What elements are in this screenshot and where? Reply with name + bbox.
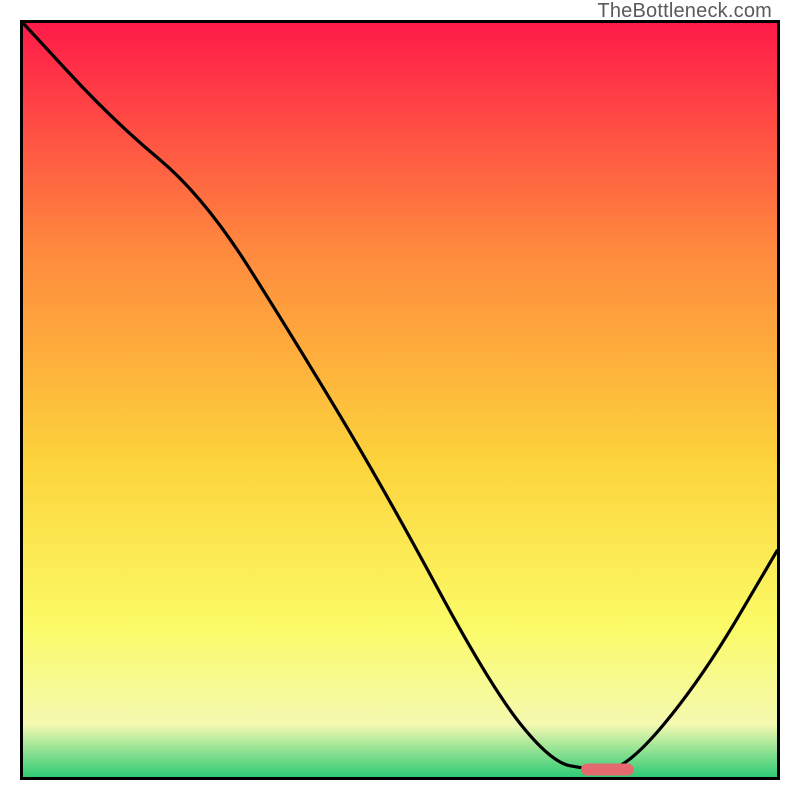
bottleneck-chart — [20, 20, 780, 780]
chart-svg — [23, 23, 777, 777]
optimal-marker — [581, 763, 634, 775]
chart-background — [23, 23, 777, 777]
